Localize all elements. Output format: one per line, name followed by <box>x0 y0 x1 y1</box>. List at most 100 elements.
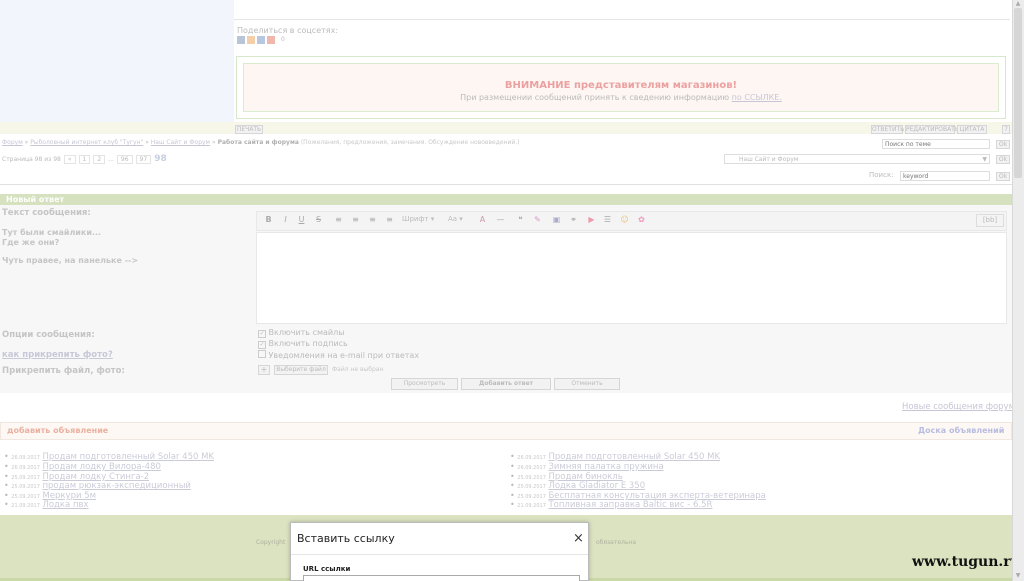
gplus-icon[interactable] <box>267 36 275 44</box>
page-link[interactable]: 2 <box>93 154 106 164</box>
list-item: • 25.09.2017 Лодка Gladiator E 350 <box>510 481 646 491</box>
notice-text: При размещении сообщений принять к сведе… <box>244 93 998 102</box>
forum-jump-select[interactable]: Наш Сайт и Форум ▼ <box>724 154 990 164</box>
forum-jump-ok[interactable]: Ok <box>996 155 1010 164</box>
choose-file-button[interactable]: Выберите файл <box>274 365 328 375</box>
option-signature-label: Включить подпись <box>268 339 348 348</box>
scroll-down-icon[interactable]: ▼ <box>1013 572 1023 580</box>
ad-date: 26.09.2017 <box>11 455 40 461</box>
checkbox-checked-icon[interactable]: ✓ <box>258 341 266 349</box>
close-icon[interactable]: × <box>573 532 584 545</box>
checkbox-icon[interactable] <box>258 350 266 358</box>
share-icons: 0 <box>237 36 285 44</box>
align-right-icon[interactable]: ≡ <box>366 213 379 226</box>
dialog-title: Вставить ссылку <box>297 532 395 545</box>
ad-link[interactable]: Зимняя палатка пружина <box>548 462 663 472</box>
list-item: • 21.09.2017 Лодка пвх <box>4 500 89 510</box>
options-label: Опции сообщения: <box>2 330 95 340</box>
align-center-icon[interactable]: ≡ <box>349 213 362 226</box>
size-select-label: Aa <box>448 215 458 223</box>
url-input[interactable] <box>303 575 580 581</box>
text-color-icon[interactable]: A <box>476 213 489 226</box>
page-link[interactable]: 1 <box>78 154 91 164</box>
breadcrumb-site[interactable]: Наш Сайт и Форум <box>151 139 210 146</box>
font-select[interactable]: Шрифт ▾ <box>402 215 442 225</box>
ad-link[interactable]: Продам подготовленный Solar 450 MK <box>42 452 214 462</box>
search-ok[interactable]: Ok <box>996 172 1010 181</box>
italic-icon[interactable]: I <box>279 213 292 226</box>
list-item: • 26.09.2017 Продам подготовленный Solar… <box>4 452 215 462</box>
bold-icon[interactable]: B <box>262 213 275 226</box>
list-icon[interactable]: ☰ <box>601 213 614 226</box>
ad-link[interactable]: Лодка пвх <box>42 500 88 510</box>
notice-link[interactable]: по ССЫЛКЕ. <box>732 93 782 102</box>
align-left-icon[interactable]: ≡ <box>332 213 345 226</box>
underline-icon[interactable]: U <box>295 213 308 226</box>
ad-date: 25.09.2017 <box>11 484 40 490</box>
ads-board-link[interactable]: Доска объявлений <box>918 426 1004 435</box>
reply-form-header: Новый ответ <box>0 194 1012 205</box>
link-icon[interactable]: ⚭ <box>567 213 580 226</box>
left-sidebar-area <box>0 0 234 122</box>
align-justify-icon[interactable]: ≡ <box>383 213 396 226</box>
new-posts-link[interactable]: Новые сообщения форума <box>902 402 1020 412</box>
cancel-button[interactable]: Отменить <box>554 378 620 390</box>
font-select-label: Шрифт <box>402 215 429 223</box>
quote-button[interactable]: ЦИТАТА <box>957 125 987 134</box>
list-item: • 26.09.2017 Продам лодку Вилора-480 <box>4 462 161 472</box>
toolbar-strip <box>0 122 1012 134</box>
message-textarea[interactable] <box>256 232 1007 324</box>
image-icon[interactable]: ▣ <box>550 213 563 226</box>
edit-button[interactable]: РЕДАКТИРОВАТЬ <box>905 125 959 134</box>
bbcode-toggle[interactable]: [bb] <box>976 214 1004 227</box>
add-ad-link[interactable]: добавить объявление <box>7 426 108 435</box>
mailru-icon[interactable] <box>257 36 265 44</box>
topic-search-ok[interactable]: Ok <box>996 140 1010 149</box>
ad-link[interactable]: Продам лодку Вилора-480 <box>42 462 160 472</box>
spoiler-icon[interactable]: ✿ <box>635 213 648 226</box>
reply-form-title: Новый ответ <box>6 195 65 204</box>
quote-icon[interactable]: ❝ <box>514 213 527 226</box>
breadcrumb-club[interactable]: Рыболовный интернет клуб "Тугун" <box>30 139 143 146</box>
submit-reply-button[interactable]: Добавить ответ <box>461 378 551 390</box>
size-select[interactable]: Aa ▾ <box>448 215 472 225</box>
page-link[interactable]: 97 <box>135 154 152 164</box>
ad-date: 26.09.2017 <box>11 465 40 471</box>
preview-button[interactable]: Просмотреть <box>391 378 458 390</box>
ad-link[interactable]: Лодка Gladiator E 350 <box>548 481 645 491</box>
notice-box: ВНИМАНИЕ представителям магазинов! При р… <box>236 56 1006 119</box>
insert-link-dialog: Вставить ссылку × URL ссылки <box>290 522 589 581</box>
add-file-button[interactable]: + <box>258 365 270 375</box>
attach-label: Прикрепить файл, фото: <box>2 366 125 376</box>
option-smileys[interactable]: ✓ Включить смайлы <box>258 328 345 338</box>
ad-link[interactable]: Топливная заправка Baltic вис - 6.5R <box>548 500 712 510</box>
ad-date: 25.09.2017 <box>517 484 546 490</box>
breadcrumb-forum[interactable]: Форум <box>2 139 23 146</box>
post-number[interactable]: 7 <box>1002 125 1010 134</box>
footer-copyright: Copyright <box>256 539 286 546</box>
print-button[interactable]: ПЕЧАТЬ <box>235 125 263 134</box>
smiley-icon[interactable]: ☺ <box>618 213 631 226</box>
ad-link[interactable]: Продам подготовленный Solar 450 MK <box>548 452 720 462</box>
reply-button[interactable]: ОТВЕТИТЬ <box>871 125 904 134</box>
list-item: • 25.09.2017 продам рюкзак-экспедиционны… <box>4 481 191 491</box>
url-label: URL ссылки <box>303 565 351 573</box>
vk-icon[interactable] <box>237 36 245 44</box>
page-prev[interactable]: « <box>63 154 76 164</box>
option-notify[interactable]: Уведомления на e-mail при ответах <box>258 350 419 360</box>
checkbox-checked-icon[interactable]: ✓ <box>258 330 266 338</box>
hr-icon[interactable]: — <box>494 213 507 226</box>
code-icon[interactable]: ✎ <box>531 213 544 226</box>
youtube-icon[interactable]: ▶ <box>585 213 598 226</box>
scrollbar-thumb[interactable] <box>1014 8 1022 178</box>
strike-icon[interactable]: S <box>312 213 325 226</box>
ok-icon[interactable] <box>247 36 255 44</box>
option-signature[interactable]: ✓ Включить подпись <box>258 339 348 349</box>
page-link[interactable]: 96 <box>116 154 133 164</box>
forum-jump-value: Наш Сайт и Форум <box>739 156 799 163</box>
scroll-up-icon[interactable]: ▲ <box>1013 0 1023 8</box>
topic-search-input[interactable] <box>882 139 990 149</box>
photo-help-link[interactable]: как прикрепить фото? <box>2 350 113 360</box>
search-input[interactable] <box>900 171 990 181</box>
ad-link[interactable]: продам рюкзак-экспедиционный <box>42 481 191 491</box>
